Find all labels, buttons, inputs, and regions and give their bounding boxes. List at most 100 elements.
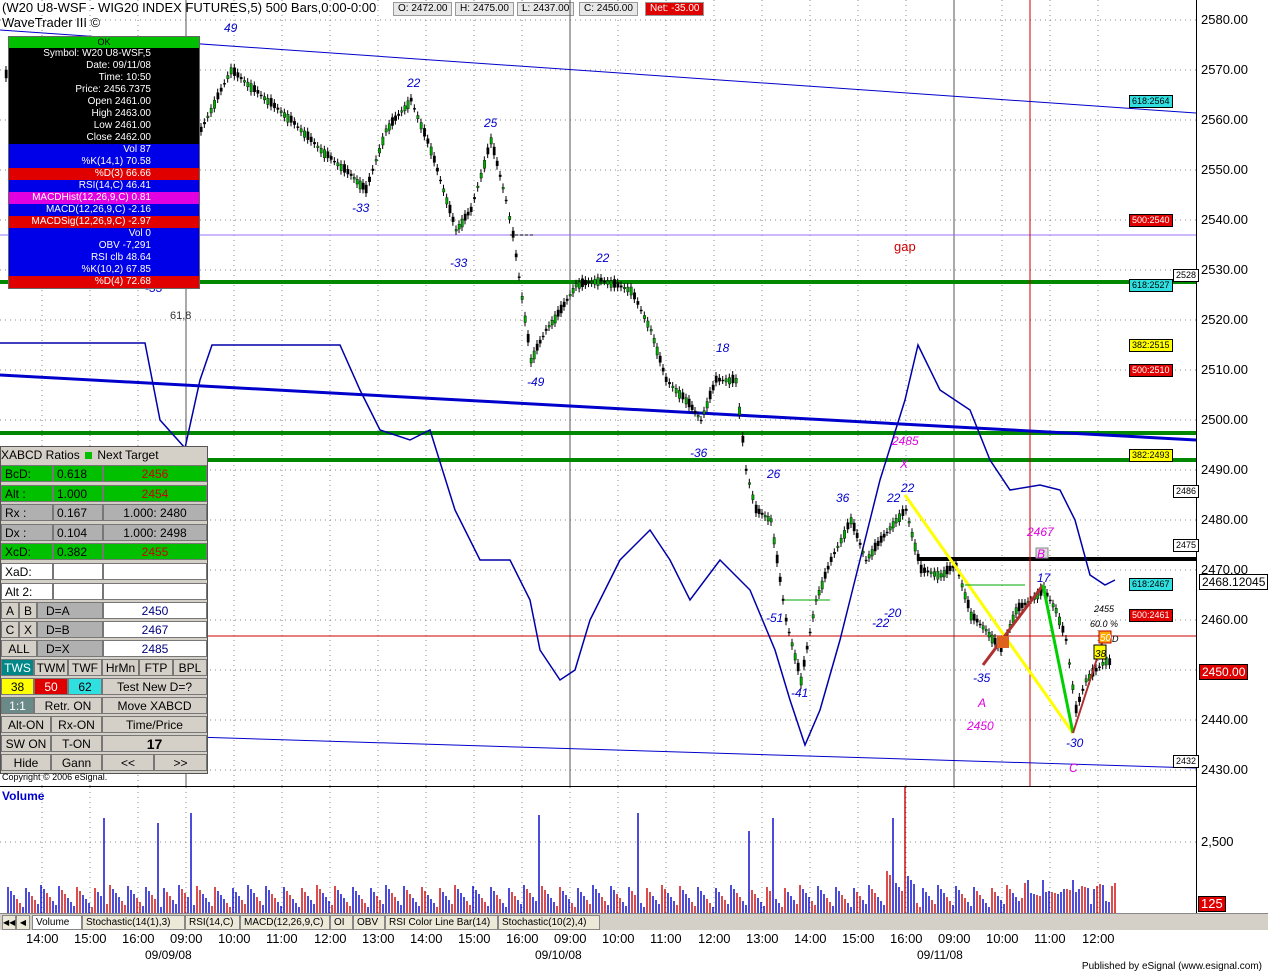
gann-button[interactable]: Gann bbox=[51, 754, 102, 771]
mode-button[interactable]: TWF bbox=[68, 659, 102, 676]
tab-5[interactable]: OBV bbox=[353, 915, 385, 930]
point-button[interactable]: X bbox=[19, 621, 37, 638]
date-label: 09/11/08 bbox=[917, 948, 963, 962]
candle-body bbox=[511, 230, 515, 238]
volume-axis: 2,500 125 bbox=[1196, 786, 1268, 914]
candle-body bbox=[394, 115, 397, 121]
candle-body bbox=[498, 174, 502, 177]
time-axis-label: 12:00 bbox=[314, 931, 347, 946]
candle-body bbox=[508, 216, 512, 220]
candle-body bbox=[584, 279, 587, 286]
candle-body bbox=[213, 100, 216, 109]
rx-toggle[interactable]: Rx-ON bbox=[51, 716, 102, 733]
candle-body bbox=[223, 83, 226, 85]
t-toggle[interactable]: T-ON bbox=[51, 735, 102, 752]
candle-body bbox=[948, 565, 952, 571]
candle-body bbox=[655, 346, 659, 356]
price-tag: 500:2461 bbox=[1129, 609, 1173, 622]
candle-body bbox=[787, 631, 791, 634]
pattern-marker bbox=[997, 636, 1009, 648]
sw-toggle[interactable]: SW ON bbox=[1, 735, 51, 752]
mode-button[interactable]: TWS bbox=[1, 659, 34, 676]
candle-body bbox=[203, 122, 206, 125]
tab-2[interactable]: RSI(14,C) bbox=[185, 915, 240, 930]
candle-body bbox=[603, 280, 606, 283]
candle-body bbox=[544, 328, 548, 331]
tab-1[interactable]: Stochastic(14(1),3) bbox=[82, 915, 185, 930]
candle-body bbox=[352, 177, 356, 180]
mode-button[interactable]: TWM bbox=[34, 659, 68, 676]
candle-body bbox=[409, 97, 413, 102]
candle-body bbox=[384, 128, 388, 133]
candle-body bbox=[577, 281, 581, 289]
level-50-button[interactable]: 50 bbox=[34, 678, 68, 695]
hide-button[interactable]: Hide bbox=[1, 754, 51, 771]
candle-body bbox=[199, 126, 203, 133]
point-button[interactable]: B bbox=[19, 602, 37, 619]
tab-3[interactable]: MACD(12,26,9,C) bbox=[240, 915, 330, 930]
indicator-tab-strip[interactable]: ◀◀ ◀ Volume Stochastic(14(1),3) RSI(14,C) M… bbox=[0, 913, 1268, 930]
candle-body bbox=[664, 376, 668, 383]
candle-body bbox=[229, 67, 233, 75]
candle-body bbox=[901, 509, 905, 516]
candle-body bbox=[339, 164, 343, 171]
tab-7[interactable]: Stochastic(10(2),4) bbox=[498, 915, 600, 930]
d-point-row[interactable]: ALL D=X 2485 bbox=[1, 640, 207, 658]
ratio-label: BcD: bbox=[1, 465, 53, 482]
pattern-line bbox=[981, 584, 1045, 666]
d-point-row[interactable]: C X D=B 2467 bbox=[1, 621, 207, 639]
move-xabcd-button[interactable]: Move XABCD bbox=[102, 697, 207, 714]
tab-4[interactable]: OI bbox=[330, 915, 353, 930]
data-window[interactable]: OK Symbol: W20 U8-WSF,5 Date: 09/11/08 Tim… bbox=[8, 36, 200, 289]
d-point-row[interactable]: A B D=A 2450 bbox=[1, 602, 207, 620]
data-window-row: Low 2461.00 bbox=[93, 120, 151, 131]
candle-body bbox=[741, 435, 745, 443]
point-button[interactable]: ALL bbox=[1, 640, 37, 657]
tab-0[interactable]: Volume bbox=[32, 915, 82, 930]
candle-body bbox=[246, 81, 250, 88]
candle-body bbox=[1098, 666, 1101, 668]
candle-body bbox=[817, 590, 821, 596]
candle-body bbox=[876, 540, 880, 546]
candle-body bbox=[1054, 608, 1058, 614]
scroll-first-icon[interactable]: ◀◀ bbox=[2, 915, 16, 930]
ratio-row: XcD: 0.382 2455 bbox=[1, 543, 207, 561]
point-button[interactable]: A bbox=[1, 602, 19, 619]
price-axis[interactable]: 2580.00 2570.00 2560.00 2550.00 2540.00 2530.… bbox=[1129, 0, 1268, 786]
next-button[interactable]: >> bbox=[154, 754, 207, 771]
candle-body bbox=[708, 390, 712, 400]
candle-body bbox=[724, 378, 728, 383]
tab-6[interactable]: RSI Color Line Bar(14) bbox=[385, 915, 498, 930]
ratio-button[interactable]: 1:1 bbox=[1, 697, 34, 714]
candle-body bbox=[466, 211, 470, 216]
alt-toggle[interactable]: Alt-ON bbox=[1, 716, 51, 733]
xabcd-panel[interactable]: XABCD Ratios Next Target BcD: 0.618 2456 Al… bbox=[0, 446, 208, 774]
pattern-point-b: B bbox=[1037, 547, 1045, 561]
ratio-value: 0.167 bbox=[53, 504, 103, 522]
previous-button[interactable]: << bbox=[102, 754, 154, 771]
candle-body bbox=[652, 338, 656, 344]
trend-line bbox=[0, 373, 1196, 442]
candle-body bbox=[323, 149, 326, 158]
level-62-button[interactable]: 62 bbox=[68, 678, 102, 695]
level-38-button[interactable]: 38 bbox=[1, 678, 34, 695]
candle-body bbox=[975, 618, 979, 623]
price-axis-label: 2580.00 bbox=[1201, 12, 1248, 27]
test-new-d-button[interactable]: Test New D=? bbox=[102, 678, 207, 695]
mode-button[interactable]: HrMn bbox=[102, 659, 139, 676]
candle-body bbox=[532, 350, 536, 360]
retracement-toggle[interactable]: Retr. ON bbox=[34, 697, 102, 714]
volume-chart[interactable] bbox=[0, 787, 1196, 913]
candle-body bbox=[661, 367, 665, 372]
candle-body bbox=[492, 146, 496, 156]
mode-button[interactable]: BPL bbox=[173, 659, 207, 676]
time-price-button[interactable]: Time/Price bbox=[102, 716, 207, 733]
candle-body bbox=[757, 508, 761, 514]
point-button[interactable]: C bbox=[1, 621, 19, 638]
scroll-left-icon[interactable]: ◀ bbox=[16, 915, 30, 930]
wave-label: 26 bbox=[766, 467, 781, 481]
wave-label: 18 bbox=[716, 341, 730, 355]
mode-button[interactable]: FTP bbox=[139, 659, 173, 676]
candle-body bbox=[514, 253, 518, 258]
candle-body bbox=[504, 199, 508, 202]
